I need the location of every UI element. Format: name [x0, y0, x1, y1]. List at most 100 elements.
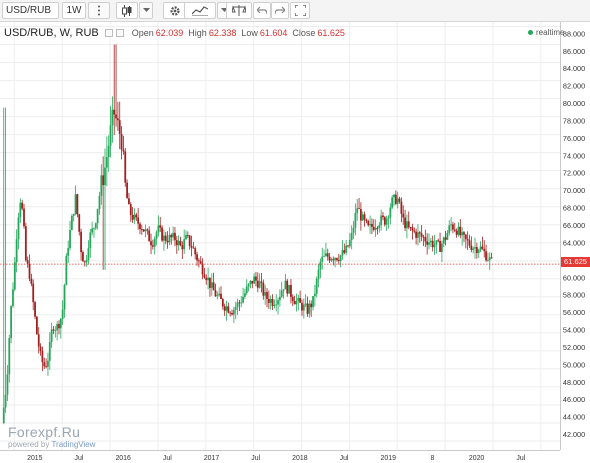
x-tick-label: Jul [163, 455, 172, 462]
candle-body [37, 334, 40, 347]
candle-body [124, 151, 127, 183]
legend-visibility-toggle[interactable] [104, 29, 113, 37]
candle-body [358, 208, 360, 210]
legend-high-label: High [188, 28, 207, 38]
candle-body [260, 281, 263, 283]
y-tick-label: 70.000 [563, 186, 585, 195]
candle-body [26, 260, 29, 265]
candle-body [67, 248, 70, 256]
candle-body [153, 238, 156, 247]
legend-open-label: Open [131, 28, 154, 38]
candle-body [363, 214, 366, 220]
candle-body [218, 293, 221, 296]
candle-body [417, 232, 419, 238]
y-tick-label: 66.000 [563, 221, 585, 230]
time-axis[interactable]: 2015 Jul 2016 Jul 2017 Jul 2018 Jul 2019 8 2020 Jul [0, 450, 560, 463]
y-tick-label: 46.000 [563, 395, 585, 404]
candle-body [302, 304, 305, 311]
candle-body [72, 213, 75, 216]
candle-body [262, 282, 265, 296]
price-chart[interactable] [0, 22, 560, 450]
y-tick-label: 82.000 [563, 82, 585, 91]
candle-body [319, 261, 322, 270]
redo-icon[interactable] [271, 2, 289, 19]
candle-body [466, 238, 469, 241]
y-tick-label: 42.000 [563, 430, 585, 439]
candle-body [461, 232, 464, 236]
y-tick-label: 80.000 [563, 99, 585, 108]
candle-body [332, 259, 335, 261]
candle-body [214, 290, 217, 297]
legend-low-label: Low [241, 28, 258, 38]
symbol-search-input[interactable]: USD/RUB [2, 2, 59, 19]
candle-body [111, 109, 114, 126]
candle-body [424, 237, 427, 242]
candle-body [418, 232, 421, 234]
interval-button[interactable]: 1W [62, 2, 86, 19]
candle-body [488, 257, 491, 261]
chevron-down-icon[interactable] [139, 2, 153, 19]
candle-body [43, 362, 46, 367]
y-tick-label: 68.000 [563, 204, 585, 213]
candle-body [161, 227, 163, 241]
legend-close-icon[interactable] [115, 29, 124, 37]
candle-body [326, 253, 329, 257]
candle-body [234, 307, 237, 310]
candle-body [24, 226, 27, 261]
candle-body [271, 299, 274, 306]
candle-body [244, 293, 246, 297]
candle-body [477, 250, 480, 254]
candle-body [282, 289, 285, 291]
candle-body [374, 227, 377, 230]
watermark-powered-label: powered by [8, 440, 50, 449]
candle-body [382, 215, 384, 218]
candle-body [174, 232, 176, 241]
candle-body [339, 255, 342, 262]
candle-body [104, 167, 106, 186]
candle-body [380, 215, 383, 226]
candle-body [30, 278, 33, 284]
candle-body [142, 229, 145, 232]
candle-body [376, 227, 379, 229]
indicators-icon[interactable] [184, 2, 216, 19]
candle-body [468, 240, 471, 246]
candle-body [328, 256, 331, 261]
x-tick-label: Jul [75, 455, 84, 462]
candle-body [308, 303, 311, 314]
candle-body [253, 276, 256, 284]
watermark-provider[interactable]: TradingView [51, 440, 95, 449]
x-tick-label: 8 [431, 455, 435, 462]
candle-body [151, 245, 154, 247]
candle-body [227, 306, 230, 313]
candle-body [422, 236, 425, 238]
candle-body [163, 235, 165, 241]
candle-body [313, 293, 316, 297]
y-tick-label: 54.000 [563, 326, 585, 335]
candle-body [201, 263, 204, 275]
candle-body [485, 251, 487, 261]
candle-body [415, 231, 418, 238]
fullscreen-icon[interactable] [290, 2, 310, 19]
candle-body [12, 289, 14, 307]
candle-body [155, 232, 158, 239]
compare-scale-icon[interactable] [226, 2, 252, 19]
legend-close-value: 61.625 [317, 28, 345, 38]
candle-body [404, 217, 406, 229]
candle-body [315, 278, 318, 294]
price-axis[interactable]: 42.000 44.000 46.000 48.000 50.000 52.000 54.0… [560, 22, 590, 450]
candle-body [269, 299, 272, 303]
candle-body [245, 286, 248, 294]
candle-body [310, 303, 313, 308]
candles-icon[interactable] [116, 2, 138, 19]
candle-body [80, 231, 82, 253]
more-vert-icon[interactable] [88, 2, 110, 19]
candle-body [413, 230, 416, 232]
candle-body [146, 229, 149, 231]
candle-body [47, 360, 49, 367]
candle-body [223, 306, 226, 311]
candle-body [337, 260, 340, 262]
candle-body [452, 224, 454, 230]
candle-body [109, 125, 112, 146]
undo-icon[interactable] [253, 2, 271, 19]
candle-body [221, 299, 224, 307]
